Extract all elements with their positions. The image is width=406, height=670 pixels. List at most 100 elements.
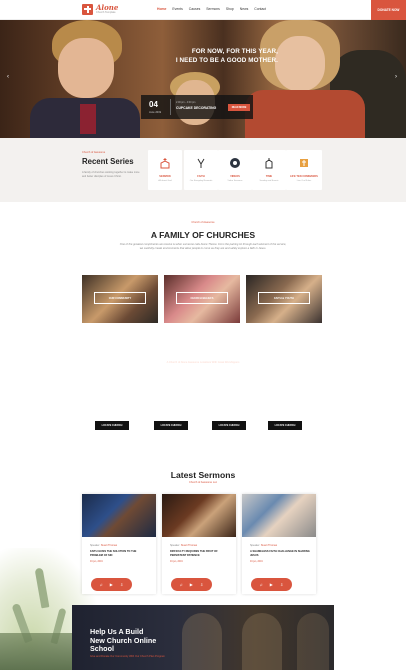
hero-image-mother-body [245, 90, 365, 138]
play-icon[interactable]: ▶ [110, 582, 113, 587]
series-card-label: LIFE TEN COMMANDS [290, 175, 318, 178]
event-name[interactable]: CUPCAKE DECORATING [176, 106, 216, 110]
family-kicker: Church of Awesome [191, 221, 215, 224]
hero-image-mother-face [275, 36, 325, 91]
series-card-label: TIME [265, 175, 273, 178]
nav-item-sermons[interactable]: Sermons [206, 7, 220, 11]
youth-image[interactable]: FAITH & YOUTH [246, 275, 322, 323]
location-day: THIS SUNDAY [218, 394, 240, 398]
locations-subtitle: A Church of Alone Awesome Locations With… [166, 361, 240, 364]
speaker-label: Speaker: [250, 544, 261, 547]
event-divider [170, 99, 171, 115]
series-card-sub: Our Everyday Rewards [189, 180, 213, 182]
sermon-date: 04 jun, 2019 [170, 561, 183, 563]
locate-church-button[interactable]: LOCATE CHURCH [212, 421, 246, 430]
series-card-videos[interactable]: VIDEOS Video Sermons [218, 150, 252, 190]
main-nav: Home Events Causes Sermons Shop News Con… [157, 7, 266, 11]
slider-prev-arrow-icon[interactable]: ‹ [7, 74, 9, 80]
location-time: 6600 Lionel [164, 411, 178, 414]
cross-logo-icon[interactable] [82, 4, 93, 15]
sermon-speaker: Speaker: Stuart Thomas [90, 544, 156, 547]
download-icon[interactable]: ⇩ [280, 582, 283, 587]
school-title: Help Us A Build New Church Online School [90, 627, 210, 654]
location-time: 10am Service [277, 405, 293, 408]
event-day: 04 [149, 100, 158, 109]
locate-church-button[interactable]: LOCATE CHURCH [95, 421, 129, 430]
donate-button[interactable]: DONATE NOW [371, 0, 406, 20]
location-name: CHURCH [104, 380, 120, 384]
hero-image-boy-tie [80, 104, 96, 134]
divider [228, 387, 230, 391]
locate-church-button[interactable]: LOCATE CHURCH [268, 421, 302, 430]
speaker-name[interactable]: Stuart Thomas [101, 544, 117, 547]
location-christchurch: CHRISTCHURCH THIS SUNDAY 10am Service 66… [255, 380, 315, 415]
hero-slider [0, 20, 406, 138]
sermon-date: 04 jun, 2019 [250, 561, 263, 563]
nav-item-news[interactable]: News [240, 7, 248, 11]
divider [170, 387, 172, 391]
divider [170, 400, 172, 403]
sermon-image[interactable] [242, 494, 316, 537]
prayer-icon [195, 156, 208, 169]
location-name: CHRISTCHURCH [271, 380, 299, 384]
nav-item-shop[interactable]: Shop [226, 7, 234, 11]
speaker-label: Speaker: [170, 544, 181, 547]
video-icon [229, 156, 242, 169]
building-icon [263, 156, 276, 169]
sermon-speaker: Speaker: Stuart Thomas [250, 544, 316, 547]
download-icon[interactable]: ⇩ [120, 582, 123, 587]
beliefs-image[interactable]: CHURCH BELIEFS [164, 275, 240, 323]
audio-icon[interactable]: ♫ [180, 582, 183, 587]
location-time: 6600 Lionel [105, 411, 119, 414]
location-time: 10am Service [163, 405, 179, 408]
sermon-image[interactable] [162, 494, 236, 537]
sermon-media-controls: ♫ ▶ ⇩ [91, 578, 132, 591]
nav-item-home[interactable]: Home [157, 7, 166, 11]
hero-title-line-2: I NEED TO BE A GOOD MOTHER. [175, 57, 278, 64]
audio-icon[interactable]: ♫ [260, 582, 263, 587]
church-window-image [297, 613, 329, 670]
sermons-kicker: Church of Awesome Loc [188, 481, 218, 484]
church-beliefs-button[interactable]: CHURCH BELIEFS [176, 292, 228, 304]
slider-next-arrow-icon[interactable]: › [395, 74, 397, 80]
series-card-label: FAITH [197, 175, 205, 178]
series-description: A family of churches working together to… [82, 171, 140, 178]
series-card-faith[interactable]: FAITH Our Everyday Rewards [184, 150, 218, 190]
nav-item-contact[interactable]: Contact [254, 7, 266, 11]
sermon-title[interactable]: FAITH GIVES THE SOLUTION TO THE PROBLEM … [90, 550, 150, 558]
audio-icon[interactable]: ♫ [100, 582, 103, 587]
sermon-title[interactable]: DIFFICULTY REQUIRES THE FRUIT OF PERSIST… [170, 550, 230, 558]
faith-youth-button[interactable]: FAITH & YOUTH [258, 292, 310, 304]
sermon-media-controls: ♫ ▶ ⇩ [171, 578, 212, 591]
locate-church-button[interactable]: LOCATE CHURCH [154, 421, 188, 430]
hero-title: FOR NOW, FOR THIS YEAR, I NEED TO BE A G… [168, 47, 278, 65]
nav-item-events[interactable]: Events [172, 7, 182, 11]
nav-item-causes[interactable]: Causes [189, 7, 201, 11]
play-icon[interactable]: ▶ [270, 582, 273, 587]
location-name: HUTT VALLEY [159, 380, 183, 384]
sermon-speaker: Speaker: Stuart Thomas [170, 544, 236, 547]
series-card-time[interactable]: TIME Sunday and Events [252, 150, 286, 190]
school-title-line-3: School [90, 644, 114, 654]
bible-icon [298, 156, 311, 169]
sermon-media-controls: ♫ ▶ ⇩ [251, 578, 292, 591]
community-image[interactable]: OUR COMMUNITY [82, 275, 158, 323]
series-card-label: SERMON [159, 175, 171, 178]
sermon-image[interactable] [82, 494, 156, 537]
series-card-commands[interactable]: LIFE TEN COMMANDS Live Our Rules [286, 150, 322, 190]
location-church: CHURCH THIS SUNDAY 10am Service 6600 Lio… [82, 380, 142, 415]
series-card-sermon[interactable]: SERMON All about God [148, 150, 182, 190]
series-title: Recent Series [82, 157, 134, 166]
church-icon [159, 156, 172, 169]
sermon-title[interactable]: A SHAMELESS FAITH CHALLENGE IN SHARING J… [250, 550, 310, 558]
play-icon[interactable]: ▶ [190, 582, 193, 587]
series-kicker: Church of Awesome [82, 151, 106, 154]
event-read-more-button[interactable]: READ MORE [228, 104, 250, 111]
speaker-name[interactable]: Stuart Thomas [181, 544, 197, 547]
location-time: 6600 Lionel [278, 411, 292, 414]
location-time: 6600 Lionel [222, 411, 236, 414]
download-icon[interactable]: ⇩ [200, 582, 203, 587]
our-community-button[interactable]: OUR COMMUNITY [94, 292, 146, 304]
speaker-name[interactable]: Stuart Thomas [261, 544, 277, 547]
locations-title: Church Locations [164, 348, 242, 358]
